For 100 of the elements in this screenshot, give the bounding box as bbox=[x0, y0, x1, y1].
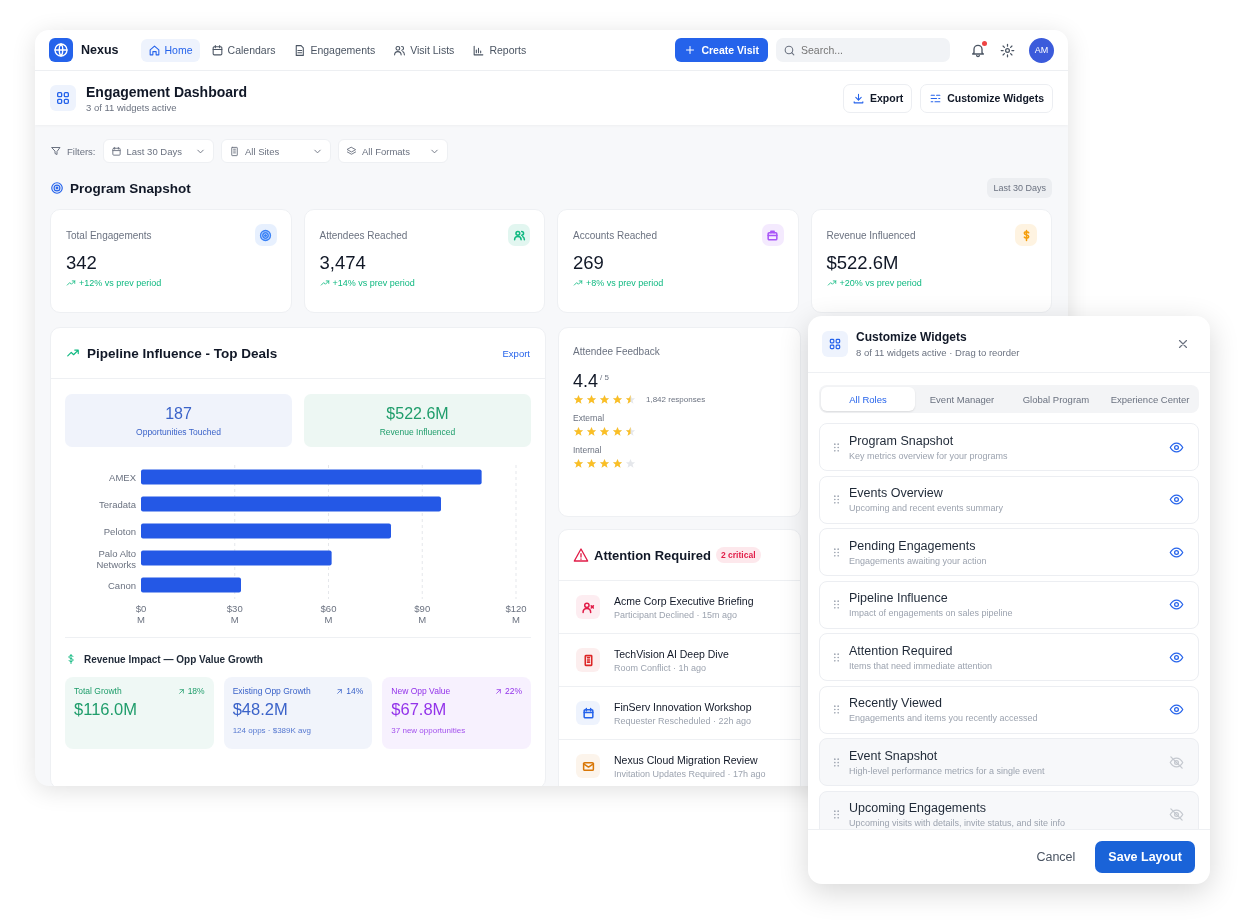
eye-icon bbox=[1169, 544, 1184, 560]
eye-icon bbox=[1169, 492, 1184, 507]
widget-row[interactable]: Pending Engagements Engagements awaiting your action bbox=[819, 528, 1199, 576]
filter-dropdown[interactable]: Last 30 Days bbox=[102, 139, 214, 163]
widget-description: High-level performance metrics for a single event bbox=[849, 765, 1046, 776]
visibility-toggle[interactable] bbox=[1169, 597, 1184, 612]
widget-name: Events Overview bbox=[849, 486, 944, 500]
metric-label: Revenue Influenced bbox=[826, 229, 916, 241]
header-button[interactable]: Customize Widgets bbox=[920, 83, 1053, 113]
widget-name: Program Snapshot bbox=[849, 433, 955, 448]
widget-row[interactable]: Pipeline Influence Impact of engagements on sales pipeline bbox=[819, 580, 1199, 629]
user-avatar[interactable]: AM bbox=[1029, 37, 1054, 63]
widget-description: Upcoming visits with details, invite status, and site info bbox=[849, 818, 1067, 828]
role-tab[interactable]: Global Program bbox=[1009, 387, 1103, 411]
item-detail: Room Conflict · 1h ago bbox=[614, 662, 708, 673]
logo[interactable] bbox=[49, 38, 73, 62]
visibility-toggle[interactable] bbox=[1169, 492, 1184, 507]
visibility-toggle[interactable] bbox=[1169, 649, 1184, 665]
star-icon bbox=[599, 426, 610, 437]
widget-row[interactable]: Program Snapshot Key metrics overview for your programs bbox=[819, 423, 1199, 471]
widget-row[interactable]: Event Snapshot High-level performance metrics for a single event bbox=[819, 738, 1199, 786]
section-title: Program Snapshot bbox=[70, 180, 191, 196]
growth-value: $67.8M bbox=[391, 700, 448, 719]
close-button[interactable] bbox=[1176, 337, 1190, 351]
growth-percent: 22% bbox=[505, 686, 522, 696]
save-layout-button[interactable]: Save Layout bbox=[1095, 841, 1195, 873]
filter-dropdown[interactable]: All Formats bbox=[337, 139, 448, 163]
critical-count-badge: 2 critical bbox=[716, 547, 761, 563]
widget-row[interactable]: Upcoming Engagements Upcoming visits with details, invite status, and site info bbox=[819, 790, 1199, 829]
eye-icon bbox=[1169, 439, 1184, 455]
trend-up-icon bbox=[66, 346, 80, 360]
stat-value: 187 bbox=[165, 404, 192, 423]
warning-icon bbox=[573, 547, 589, 563]
axis-tick-label: $60 M bbox=[320, 603, 337, 625]
metric-label: Attendees Reached bbox=[319, 229, 408, 241]
axis-tick-label: $90 M bbox=[414, 603, 431, 625]
nav-tab[interactable]: Engagements bbox=[286, 38, 383, 62]
eye-off-icon bbox=[1169, 807, 1184, 822]
export-link[interactable]: Export bbox=[502, 347, 530, 359]
target-icon bbox=[50, 181, 64, 195]
eye-icon bbox=[1169, 649, 1184, 665]
widget-description: Key metrics overview for your programs bbox=[849, 450, 1009, 461]
drag-handle-icon[interactable] bbox=[834, 495, 839, 504]
home-icon bbox=[147, 43, 161, 57]
widget-description: Engagements awaiting your action bbox=[849, 555, 988, 566]
search-field[interactable]: Search... bbox=[776, 38, 950, 62]
item-detail: Participant Declined · 15m ago bbox=[614, 609, 739, 620]
star-icon bbox=[625, 458, 636, 469]
attention-item[interactable]: TechVision AI Deep Dive Room Conflict · 1h ago bbox=[559, 634, 800, 687]
attention-item[interactable]: Nexus Cloud Migration Review Invitation Updates Required · 17h ago bbox=[559, 740, 800, 786]
metric-label: Total Engagements bbox=[66, 229, 152, 241]
role-tab[interactable]: Experience Center bbox=[1103, 387, 1197, 411]
settings-button[interactable] bbox=[1000, 42, 1015, 58]
widget-name: Recently Viewed bbox=[849, 696, 943, 710]
star-icon bbox=[599, 394, 610, 405]
nav-tab[interactable]: Reports bbox=[465, 38, 534, 62]
widget-row[interactable]: Attention Required Items that need immediate attention bbox=[819, 633, 1199, 681]
filter-dropdown[interactable]: All Sites bbox=[220, 139, 331, 163]
drag-handle-icon[interactable] bbox=[834, 600, 839, 609]
drag-handle-icon[interactable] bbox=[834, 757, 839, 767]
visibility-toggle[interactable] bbox=[1169, 807, 1184, 822]
widget-row[interactable]: Events Overview Upcoming and recent events summary bbox=[819, 475, 1199, 524]
nav-tab[interactable]: Calendars bbox=[203, 38, 283, 62]
growth-label: Existing Opp Growth bbox=[232, 686, 311, 696]
nav-tab[interactable]: Visit Lists bbox=[386, 38, 462, 62]
category-label: AMEX bbox=[109, 472, 136, 483]
create-visit-button[interactable]: Create Visit bbox=[675, 38, 768, 62]
visibility-toggle[interactable] bbox=[1169, 439, 1184, 455]
response-count: 1,842 responses bbox=[646, 395, 706, 404]
document-icon bbox=[293, 43, 307, 57]
metric-change: +14% vs prev period bbox=[332, 278, 415, 288]
attention-item[interactable]: Acme Corp Executive Briefing Participant Declined · 15m ago bbox=[559, 581, 800, 634]
widget-description: Upcoming and recent events summary bbox=[849, 503, 1005, 513]
panel-subtitle: 8 of 11 widgets active · Drag to reorder bbox=[856, 347, 1020, 358]
drag-handle-icon[interactable] bbox=[834, 652, 839, 662]
growth-note: 37 new opportunities bbox=[391, 726, 467, 735]
visibility-toggle[interactable] bbox=[1169, 702, 1184, 717]
drag-handle-icon[interactable] bbox=[834, 810, 839, 819]
calendar-icon bbox=[110, 145, 122, 157]
stat-label: Revenue Influenced bbox=[379, 426, 456, 437]
star-icon bbox=[612, 458, 623, 469]
item-title: TechVision AI Deep Dive bbox=[614, 647, 729, 660]
attention-item[interactable]: FinServ Innovation Workshop Requester Rescheduled · 22h ago bbox=[559, 687, 800, 740]
drag-handle-icon[interactable] bbox=[834, 442, 839, 452]
growth-percent: 18% bbox=[187, 686, 205, 696]
visibility-toggle[interactable] bbox=[1169, 754, 1184, 770]
item-detail: Requester Rescheduled · 22h ago bbox=[614, 715, 752, 726]
role-tab[interactable]: Event Manager bbox=[915, 387, 1009, 411]
metric-value: 342 bbox=[66, 252, 98, 274]
widget-row[interactable]: Recently Viewed Engagements and items you recently accessed bbox=[819, 685, 1199, 734]
header-button[interactable]: Export bbox=[843, 83, 913, 113]
drag-handle-icon[interactable] bbox=[834, 547, 839, 557]
filters-label: Filters: bbox=[67, 145, 96, 157]
drag-handle-icon[interactable] bbox=[834, 705, 839, 714]
cancel-button[interactable]: Cancel bbox=[1036, 850, 1076, 864]
role-tab[interactable]: All Roles bbox=[821, 387, 915, 411]
widget-description: Impact of engagements on sales pipeline bbox=[849, 608, 1014, 618]
plus-icon bbox=[684, 44, 697, 56]
nav-tab[interactable]: Home bbox=[140, 38, 200, 62]
visibility-toggle[interactable] bbox=[1169, 544, 1184, 560]
